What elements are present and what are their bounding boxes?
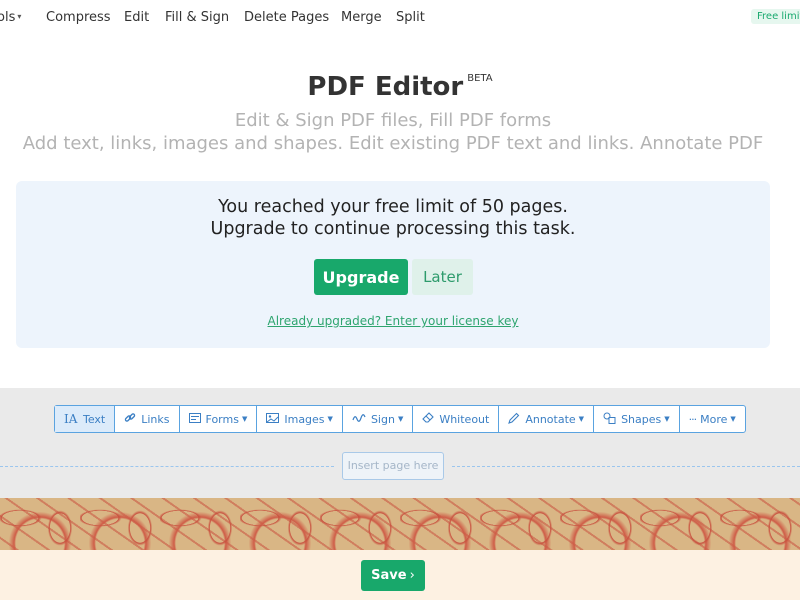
tool-more-label: More	[700, 412, 728, 426]
tool-forms[interactable]: Forms ▼	[180, 406, 258, 432]
shapes-icon	[603, 412, 621, 427]
image-icon	[266, 412, 284, 426]
nav-edit[interactable]: Edit	[124, 10, 149, 25]
caret-down-icon: ▼	[578, 415, 585, 423]
page-divider-left	[0, 466, 334, 467]
upgrade-message: Upgrade to continue processing this task…	[210, 219, 576, 239]
caret-down-icon: ▼	[327, 415, 333, 423]
save-button[interactable]: Save ›	[361, 560, 425, 591]
tool-more[interactable]: ··· More ▼	[680, 406, 745, 432]
editor-toolbar: IA Text Links Forms ▼ Images ▼ Sign ▼ White…	[54, 405, 746, 433]
page-subtitle-1: Edit & Sign PDF files, Fill PDF forms	[234, 110, 552, 131]
chevron-right-icon: ›	[409, 568, 415, 583]
tool-sign[interactable]: Sign ▼	[343, 406, 414, 432]
tool-shapes[interactable]: Shapes ▼	[594, 406, 680, 432]
nav-merge[interactable]: Merge	[341, 10, 382, 25]
tool-shapes-label: Shapes	[621, 412, 662, 426]
eraser-icon	[422, 412, 439, 426]
tool-annotate[interactable]: Annotate ▼	[499, 406, 595, 432]
page-subtitle-2: Add text, links, images and shapes. Edit…	[22, 133, 764, 154]
license-key-link[interactable]: Already upgraded? Enter your license key	[16, 314, 770, 328]
pdf-page-preview[interactable]	[0, 498, 800, 550]
nav-split[interactable]: Split	[396, 10, 425, 25]
signature-icon	[352, 413, 371, 426]
tool-forms-label: Forms	[205, 412, 239, 426]
pencil-icon	[508, 412, 525, 427]
limit-message: You reached your free limit of 50 pages.	[218, 197, 568, 217]
nav-fill-sign[interactable]: Fill & Sign	[165, 10, 229, 25]
nav-tools-dropdown[interactable]: ols ▾	[0, 10, 21, 25]
chevron-down-icon: ▾	[17, 12, 22, 21]
upgrade-button[interactable]: Upgrade	[314, 259, 408, 295]
tool-text[interactable]: IA Text	[55, 406, 116, 432]
text-cursor-icon: IA	[64, 412, 83, 427]
tool-images-label: Images	[284, 412, 325, 426]
tool-links-label: Links	[141, 412, 170, 426]
later-button[interactable]: Later	[412, 259, 473, 295]
form-icon	[188, 412, 206, 426]
caret-down-icon: ▼	[664, 415, 670, 423]
caret-down-icon: ▼	[397, 415, 404, 423]
nav-compress[interactable]: Compress	[46, 10, 111, 25]
caret-down-icon: ▼	[241, 415, 248, 423]
tool-text-label: Text	[83, 412, 106, 426]
svg-text:IA: IA	[64, 412, 78, 424]
tool-whiteout[interactable]: Whiteout	[413, 406, 500, 432]
insert-page-button[interactable]: Insert page here	[342, 452, 444, 480]
page-title: PDF Editor BETA	[307, 72, 493, 102]
free-limit-badge[interactable]: Free limite	[751, 9, 800, 24]
beta-badge: BETA	[467, 73, 493, 84]
tool-whiteout-label: Whiteout	[439, 412, 490, 426]
page-divider-right	[452, 466, 800, 467]
nav-delete-pages[interactable]: Delete Pages	[244, 10, 329, 25]
tool-sign-label: Sign	[370, 412, 395, 426]
top-nav: ols ▾ Compress Edit Fill & Sign Delete Pa…	[0, 0, 800, 36]
free-limit-notice: You reached your free limit of 50 pages.…	[16, 181, 770, 348]
tool-images[interactable]: Images ▼	[257, 406, 343, 432]
more-icon: ···	[688, 412, 697, 426]
tool-links[interactable]: Links	[115, 406, 180, 432]
tool-annotate-label: Annotate	[525, 412, 576, 426]
link-icon	[124, 412, 141, 427]
caret-down-icon: ▼	[730, 415, 736, 423]
